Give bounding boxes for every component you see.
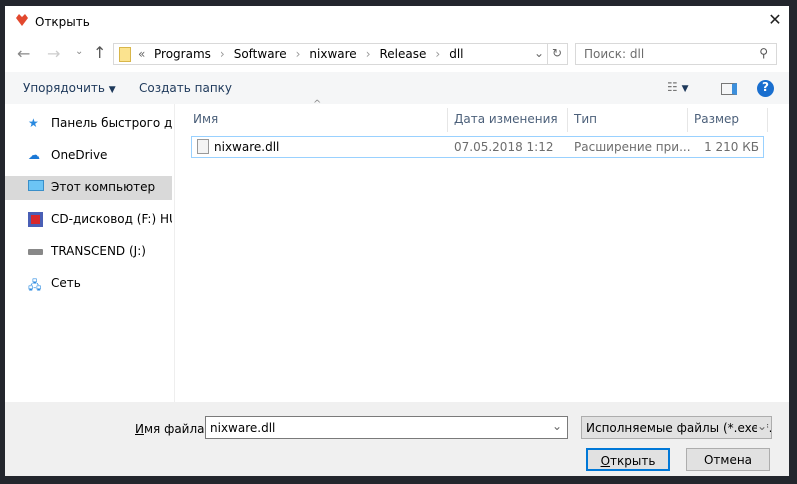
folder-icon — [119, 47, 131, 62]
file-row[interactable]: nixware.dll 07.05.2018 1:12 Расширение п… — [191, 136, 764, 158]
column-header-name[interactable]: Имя — [187, 108, 448, 132]
window-title: Открыть — [35, 15, 90, 29]
navigation-pane: ★Панель быстрого доступа ☁OneDrive Этот … — [5, 104, 174, 402]
cancel-button[interactable]: Отмена — [686, 448, 770, 471]
overflow-crumb[interactable]: « — [138, 47, 145, 61]
forward-button[interactable]: → — [47, 44, 60, 63]
column-header-date[interactable]: Дата изменения — [448, 108, 568, 132]
sidebar-item-onedrive[interactable]: ☁ OneDrive — [5, 144, 172, 168]
address-dropdown[interactable]: ⌄ — [534, 46, 544, 60]
toolbar: Упорядочить ▼ Создать папку ☷ ▼ ? — [5, 72, 789, 104]
sidebar-item-cd-drive[interactable]: CD-дисковод (F:) HUAWEI — [5, 208, 172, 232]
sidebar-item-network[interactable]: 🖧 Сеть — [5, 272, 172, 296]
crumb-nixware[interactable]: nixware — [309, 47, 356, 61]
search-icon: ⚲ — [759, 46, 768, 60]
search-input[interactable]: Поиск: dll ⚲ — [575, 43, 777, 65]
crumb-programs[interactable]: Programs — [154, 47, 211, 61]
recent-dropdown[interactable]: ⌄ — [75, 46, 83, 57]
chevron-down-icon: ⌄ — [756, 419, 767, 433]
filename-label: Имя файла: — [135, 422, 209, 436]
refresh-button[interactable]: ↻ — [552, 46, 562, 60]
sidebar-item-transcend[interactable]: TRANSCEND (J:) — [5, 240, 172, 264]
network-icon: 🖧 — [28, 278, 42, 292]
sidebar-item-quick-access[interactable]: ★Панель быстрого доступа — [5, 112, 172, 136]
open-button[interactable]: Открыть — [586, 448, 670, 471]
column-header-type[interactable]: Тип — [568, 108, 688, 132]
help-button[interactable]: ? — [757, 80, 774, 97]
sidebar-item-this-pc[interactable]: Этот компьютер — [5, 176, 172, 200]
computer-icon — [28, 180, 46, 196]
crumb-dll[interactable]: dll — [449, 47, 463, 61]
file-type-select[interactable]: Исполняемые файлы (*.exe *. ⌄ — [581, 416, 772, 439]
dll-file-icon — [197, 139, 209, 154]
new-folder-button[interactable]: Создать папку — [139, 81, 232, 95]
filename-input[interactable]: nixware.dll ⌄ — [205, 416, 568, 439]
preview-pane-button[interactable] — [721, 83, 737, 95]
app-icon — [16, 14, 28, 26]
cd-drive-icon — [28, 212, 46, 228]
drive-icon — [28, 244, 46, 260]
star-icon: ★ — [28, 116, 39, 130]
column-header-size[interactable]: Размер — [688, 108, 768, 132]
organize-button[interactable]: Упорядочить ▼ — [23, 81, 116, 95]
close-button[interactable]: ✕ — [765, 10, 785, 29]
crumb-software[interactable]: Software — [234, 47, 287, 61]
view-options-button[interactable]: ☷ ▼ — [667, 80, 689, 94]
open-file-dialog: Открыть ✕ ← → ⌄ ↑ « Programs › Software › … — [5, 6, 789, 476]
footer-panel: Имя файла: nixware.dll ⌄ Исполняемые файл… — [5, 402, 789, 476]
crumb-release[interactable]: Release — [380, 47, 427, 61]
up-button[interactable]: ↑ — [93, 43, 106, 62]
filename-dropdown-icon[interactable]: ⌄ — [552, 419, 562, 433]
back-button[interactable]: ← — [17, 44, 30, 63]
address-bar[interactable]: « Programs › Software › nixware › Release › … — [113, 43, 568, 65]
cloud-icon: ☁ — [28, 148, 40, 162]
